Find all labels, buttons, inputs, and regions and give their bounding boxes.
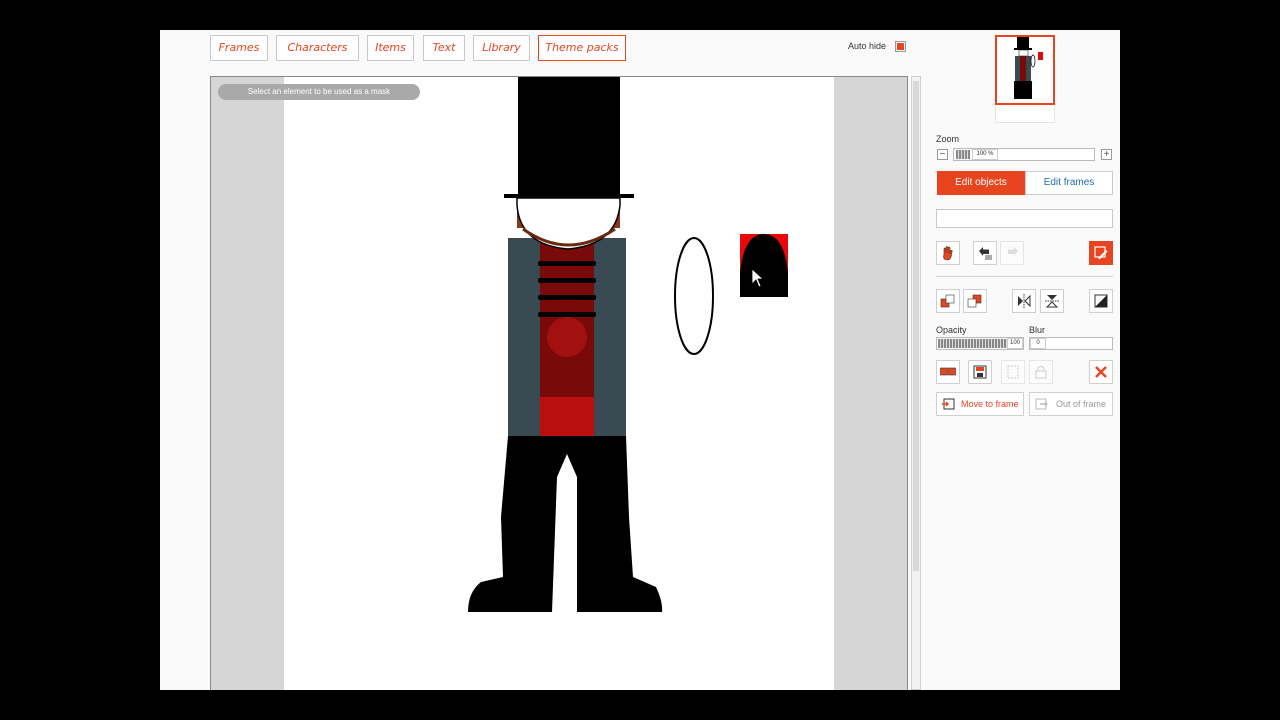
shirt-stripe bbox=[538, 295, 596, 300]
frame-thumbnail[interactable] bbox=[995, 35, 1055, 105]
blur-label: Blur bbox=[1029, 325, 1046, 335]
out-of-frame-icon bbox=[1035, 398, 1048, 410]
tab-library[interactable]: Library bbox=[473, 35, 530, 61]
duplicate-icon bbox=[940, 367, 956, 376]
out-of-frame-label: Out of frame bbox=[1056, 399, 1107, 409]
send-backward-icon bbox=[967, 294, 982, 308]
bring-forward-button[interactable] bbox=[936, 289, 960, 313]
edit-frames-button[interactable]: Edit frames bbox=[1025, 171, 1113, 195]
zoom-slider[interactable]: 100 % bbox=[953, 148, 1095, 161]
redo-icon bbox=[1008, 247, 1018, 256]
zoom-in-button[interactable]: + bbox=[1101, 149, 1112, 160]
group-icon bbox=[1007, 365, 1019, 379]
tab-text[interactable]: Text bbox=[423, 35, 465, 61]
delete-button[interactable] bbox=[1089, 360, 1113, 384]
hand-tool-button[interactable] bbox=[936, 241, 960, 265]
tab-frames[interactable]: Frames bbox=[210, 35, 268, 61]
undo-icon bbox=[979, 247, 992, 260]
save-object-icon bbox=[973, 365, 987, 379]
redo-button[interactable] bbox=[1000, 241, 1024, 265]
opacity-slider[interactable]: 100 bbox=[936, 337, 1024, 350]
invert-colors-icon bbox=[1094, 294, 1108, 308]
edit-objects-button[interactable]: Edit objects bbox=[937, 171, 1025, 195]
trousers-and-boots[interactable] bbox=[468, 436, 663, 612]
flip-horizontal-button[interactable] bbox=[1012, 289, 1036, 313]
tab-characters[interactable]: Characters bbox=[276, 35, 359, 61]
opacity-label: Opacity bbox=[936, 325, 967, 335]
mask-tool-icon bbox=[1094, 246, 1108, 260]
canvas-stage[interactable]: Select an element to be used as a mask bbox=[210, 76, 908, 690]
character-thumbnail-icon bbox=[1014, 37, 1043, 99]
auto-hide-label: Auto hide bbox=[848, 41, 887, 51]
blur-value: 0 bbox=[1030, 338, 1046, 349]
zoom-value: 100 % bbox=[972, 149, 998, 160]
shirt-stripe bbox=[538, 261, 596, 266]
move-to-frame-icon bbox=[942, 398, 955, 410]
panel-divider bbox=[936, 276, 1113, 277]
character-drawing[interactable] bbox=[211, 77, 908, 690]
move-to-frame-button[interactable]: Move to frame bbox=[936, 392, 1024, 416]
shirt-glow bbox=[547, 317, 587, 357]
invert-colors-button[interactable] bbox=[1089, 289, 1113, 313]
zoom-label: Zoom bbox=[936, 134, 960, 144]
out-of-frame-button[interactable]: Out of frame bbox=[1029, 392, 1113, 416]
duplicate-button[interactable] bbox=[936, 360, 960, 384]
save-object-button[interactable] bbox=[968, 360, 992, 384]
zoom-out-button[interactable]: − bbox=[937, 149, 948, 160]
opacity-value: 100 bbox=[1007, 338, 1023, 349]
mask-tool-button[interactable] bbox=[1089, 241, 1113, 265]
close-icon bbox=[1095, 366, 1107, 378]
lock-icon bbox=[1035, 366, 1047, 379]
group-button[interactable] bbox=[1001, 360, 1025, 384]
lock-button[interactable] bbox=[1029, 360, 1053, 384]
object-name-field[interactable] bbox=[936, 209, 1113, 228]
shirt-stripe bbox=[538, 278, 596, 283]
tab-theme-packs[interactable]: Theme packs bbox=[538, 35, 626, 61]
shirt-bottom bbox=[540, 397, 594, 436]
tab-items[interactable]: Items bbox=[367, 35, 414, 61]
mask-hint-tooltip: Select an element to be used as a mask bbox=[218, 84, 420, 100]
comic-editor-window: Frames Characters Items Text Library The… bbox=[160, 30, 1120, 690]
shirt-stripe bbox=[538, 312, 596, 317]
opacity-slider-fill bbox=[938, 339, 1008, 348]
blur-slider[interactable]: 0 bbox=[1029, 337, 1113, 350]
flip-vertical-icon bbox=[1045, 295, 1059, 308]
top-hat-crown[interactable] bbox=[518, 77, 620, 195]
send-backward-button[interactable] bbox=[963, 289, 987, 313]
oval-shape[interactable] bbox=[674, 237, 714, 355]
undo-button[interactable] bbox=[973, 241, 997, 265]
vertical-scrollbar[interactable] bbox=[911, 76, 921, 690]
flip-horizontal-icon bbox=[1018, 294, 1031, 308]
auto-hide-checkbox[interactable] bbox=[895, 41, 906, 52]
thumbnail-caption-area bbox=[995, 107, 1055, 123]
move-to-frame-label: Move to frame bbox=[961, 399, 1019, 409]
hand-icon bbox=[943, 246, 953, 261]
scrollbar-thumb[interactable] bbox=[913, 81, 919, 571]
zoom-slider-handle[interactable] bbox=[956, 150, 970, 159]
bring-forward-icon bbox=[940, 294, 955, 308]
flip-vertical-button[interactable] bbox=[1040, 289, 1064, 313]
